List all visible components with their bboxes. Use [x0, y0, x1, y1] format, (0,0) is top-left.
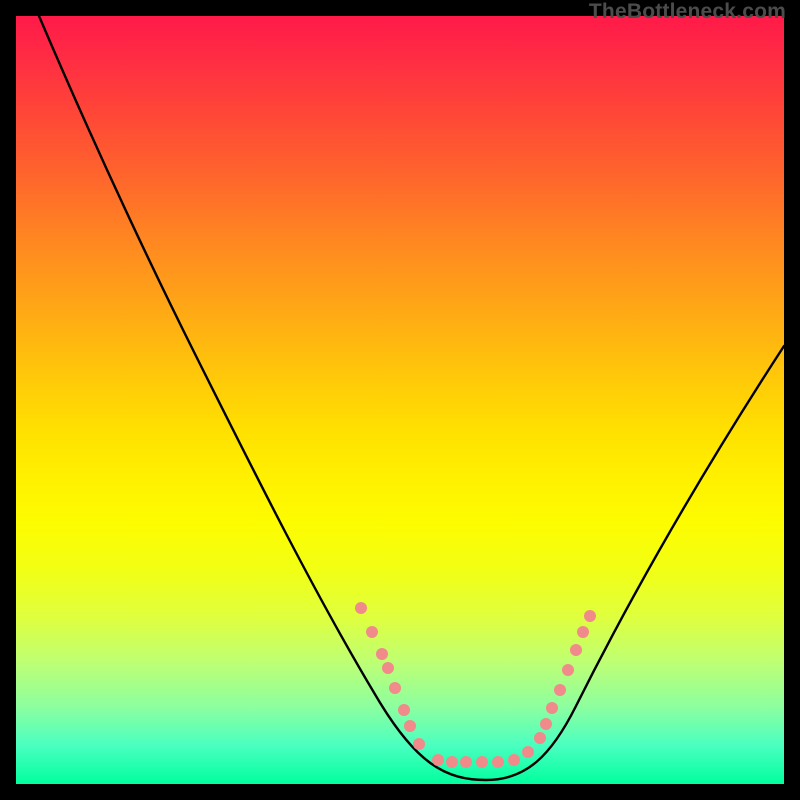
- marker-dot: [355, 602, 367, 614]
- chart-frame: TheBottleneck.com: [0, 0, 800, 800]
- marker-dot: [554, 684, 566, 696]
- marker-dot: [492, 756, 504, 768]
- marker-dot: [584, 610, 596, 622]
- marker-dot: [398, 704, 410, 716]
- marker-dot: [570, 644, 582, 656]
- marker-dot: [376, 648, 388, 660]
- marker-dot: [382, 662, 394, 674]
- marker-dot: [540, 718, 552, 730]
- marker-dot: [389, 682, 401, 694]
- marker-dot: [404, 720, 416, 732]
- marker-dot: [508, 754, 520, 766]
- marker-dot: [577, 626, 589, 638]
- marker-dot: [446, 756, 458, 768]
- chart-svg: [16, 16, 784, 784]
- marker-dot: [366, 626, 378, 638]
- marker-dot: [413, 738, 425, 750]
- marker-dot: [534, 732, 546, 744]
- marker-dot: [562, 664, 574, 676]
- marker-group: [355, 602, 596, 768]
- marker-dot: [522, 746, 534, 758]
- marker-dot: [476, 756, 488, 768]
- marker-dot: [460, 756, 472, 768]
- marker-dot: [432, 754, 444, 766]
- marker-dot: [546, 702, 558, 714]
- bottleneck-curve: [39, 16, 784, 780]
